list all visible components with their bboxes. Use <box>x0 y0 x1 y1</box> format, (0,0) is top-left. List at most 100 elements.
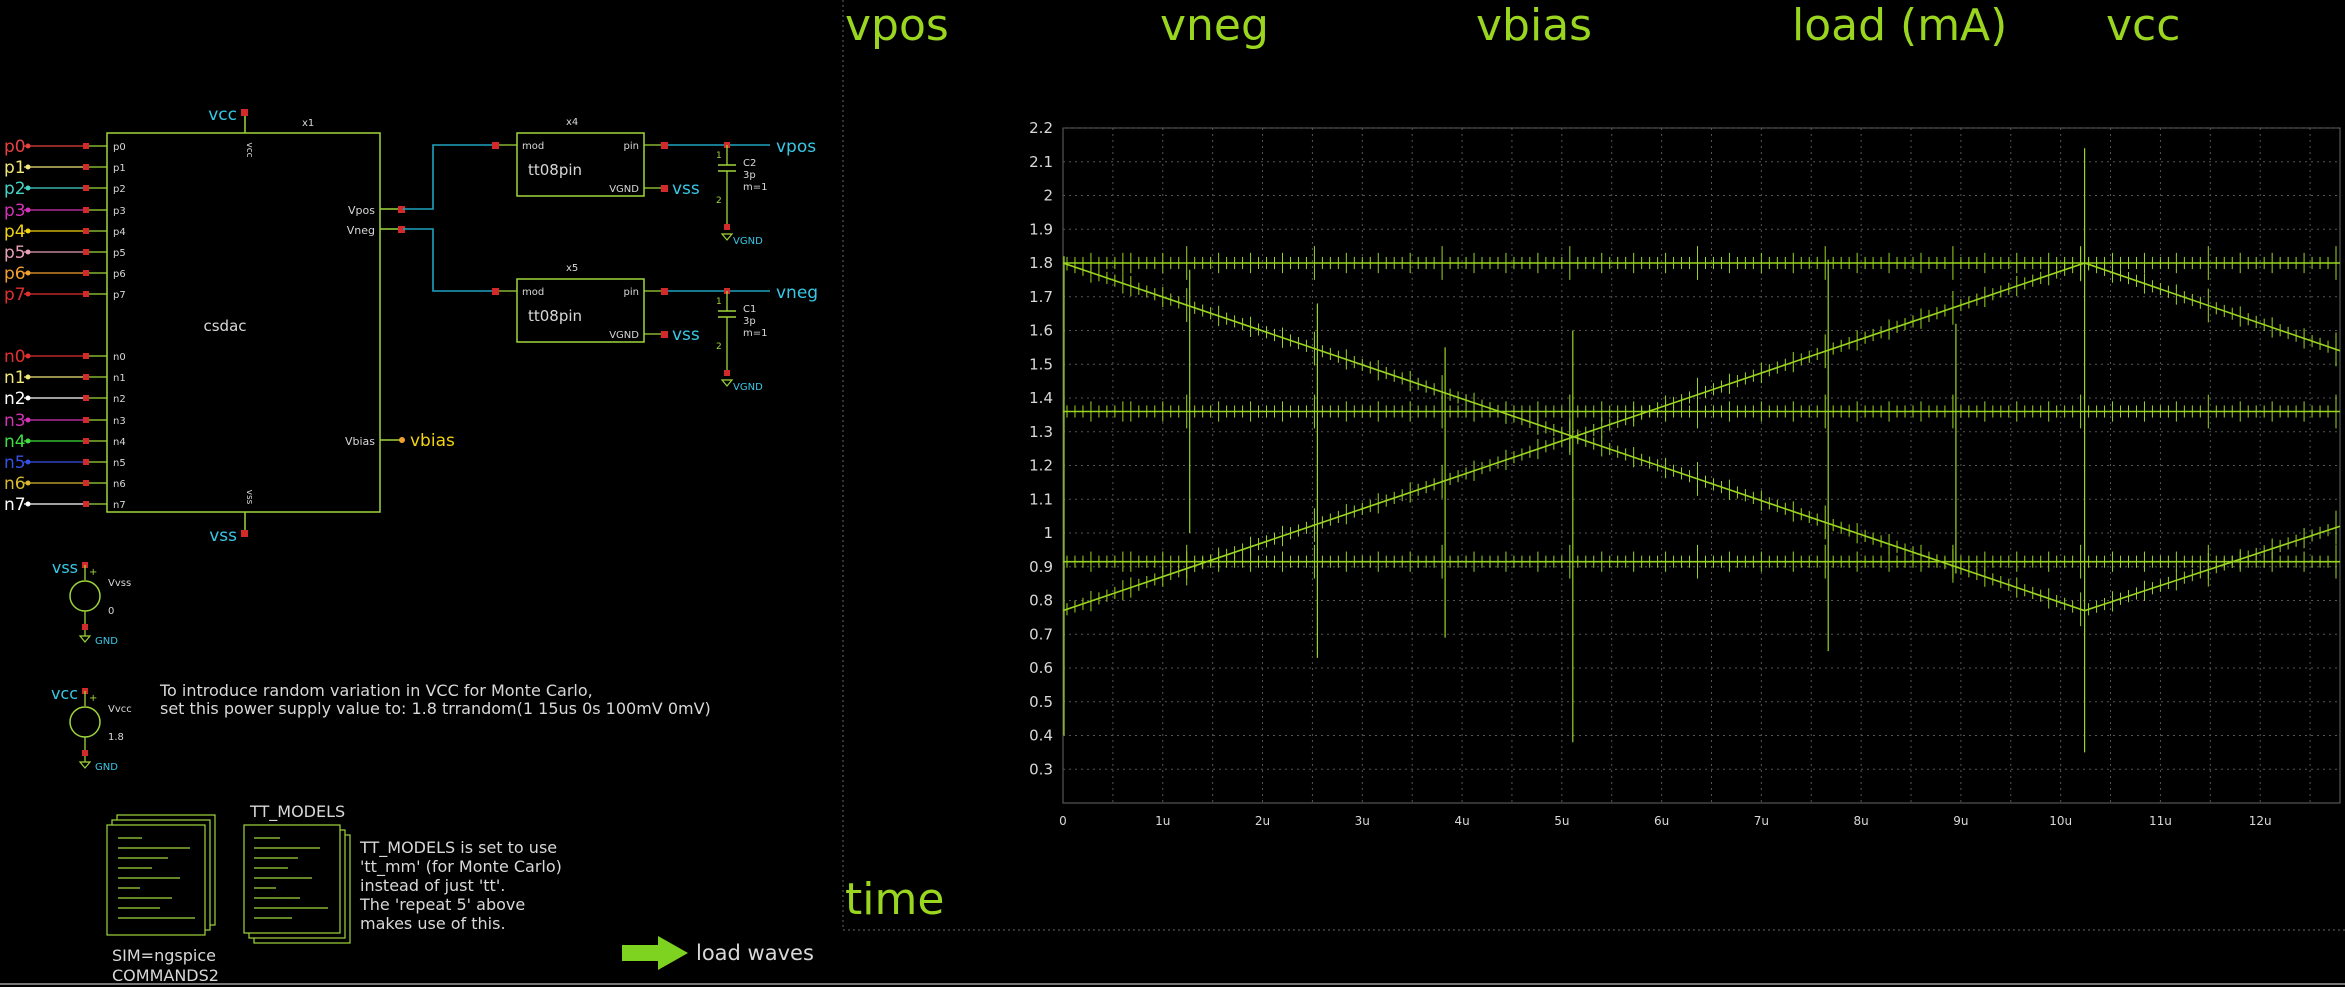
csdac-pin-label: p0 <box>113 142 126 153</box>
tt-models-line-5: makes use of this. <box>360 914 506 933</box>
input-net-label: p6 <box>4 264 26 284</box>
vss-source[interactable]: vss + GND Vvss 0 <box>52 558 131 647</box>
graph-signal-vcc[interactable]: vcc <box>2106 0 2180 51</box>
csdac-pin-label: p1 <box>113 163 126 174</box>
csdac-pin-label: p4 <box>113 227 126 238</box>
cap-pin-2: 2 <box>716 342 722 352</box>
pad-x5[interactable]: x5 tt08pin mod pin VGND vneg vss 1 2 C13pm=1 VGND <box>492 263 818 393</box>
csdac-vcc-net: vcc <box>208 105 237 125</box>
csdac-vpos-pin: Vpos <box>348 204 375 217</box>
input-net-label: n7 <box>4 495 26 515</box>
trace-1[interactable] <box>1063 262 2340 612</box>
plot-traces <box>1063 148 2340 753</box>
trace-noise-0 <box>1066 258 2337 627</box>
input-net-label: n5 <box>4 453 26 473</box>
input-net-label: p0 <box>4 137 26 157</box>
y-tick-label: 1.1 <box>1029 490 1053 508</box>
graph-signal-load[interactable]: load (mA) <box>1792 0 2007 51</box>
input-net-label: p2 <box>4 179 26 199</box>
x-tick-label: 3u <box>1355 814 1370 828</box>
x-tick-label: 1u <box>1155 814 1170 828</box>
input-net-label: p1 <box>4 158 26 178</box>
pad-instance: x5 <box>566 263 578 274</box>
pad-output-net: vneg <box>776 283 818 303</box>
graph-signal-vpos[interactable]: vpos <box>845 0 949 51</box>
trace-0[interactable] <box>1063 262 2340 612</box>
load-waves-label: load waves <box>696 941 814 965</box>
cap-pin-1: 1 <box>716 151 722 161</box>
csdac-pin-label: n1 <box>113 373 126 384</box>
trace-spikes <box>1063 148 2086 753</box>
input-net-label: n2 <box>4 389 26 409</box>
x-tick-label: 11u <box>2149 814 2172 828</box>
input-net-label: p5 <box>4 243 26 263</box>
y-tick-label: 0.5 <box>1029 693 1053 711</box>
csdac-pin-label: n3 <box>113 416 126 427</box>
pad-name: tt08pin <box>528 161 582 179</box>
y-tick-label: 0.3 <box>1029 760 1053 778</box>
input-net-label: n4 <box>4 432 26 452</box>
waveform-chart[interactable]: 0.3 0.4 0.5 0.6 0.7 0.8 0.9 1 1.1 1.2 1.3 1.4 1.5 1.6… <box>1029 119 2341 828</box>
y-tick-label: 0.9 <box>1029 558 1053 576</box>
input-net-label: n1 <box>4 368 26 388</box>
y-tick-label: 1.6 <box>1029 322 1053 340</box>
input-net-label: n3 <box>4 411 26 431</box>
y-tick-label: 2 <box>1043 187 1053 205</box>
y-tick-label: 0.6 <box>1029 659 1053 677</box>
vss-source-net: vss <box>52 558 78 577</box>
x-tick-label: 9u <box>1953 814 1968 828</box>
cap-pin-1: 1 <box>716 297 722 307</box>
csdac-vss-pin: vss <box>244 490 254 505</box>
pad-x4[interactable]: x4 tt08pin mod pin VGND vpos vss 1 2 C23pm=1 VGND <box>492 117 816 247</box>
graph-signal-vneg[interactable]: vneg <box>1160 0 1269 51</box>
vss-source-gnd: GND <box>95 636 118 647</box>
cap-ground: VGND <box>733 382 763 393</box>
pad-vgnd-pin: VGND <box>609 184 639 195</box>
y-tick-label: 1.8 <box>1029 254 1053 272</box>
tt-models-line-1: TT_MODELS is set to use <box>359 838 557 858</box>
input-net-label: p7 <box>4 285 26 305</box>
vcc-source[interactable]: vcc + GND Vvcc 1.8 <box>51 684 132 773</box>
csdac-vss-net: vss <box>209 526 237 546</box>
pad-output-net: vpos <box>776 137 816 157</box>
csdac-pin-label: n6 <box>113 479 126 490</box>
code-block-sim: SIM=ngspice <box>112 946 216 965</box>
y-tick-label: 2.2 <box>1029 119 1053 137</box>
pad-pin-pin: pin <box>624 141 639 152</box>
vcc-source-net: vcc <box>51 684 78 703</box>
cap-pin-2: 2 <box>716 196 722 206</box>
tt-models-line-2: 'tt_mm' (for Monte Carlo) <box>360 857 562 877</box>
x-tick-label: 6u <box>1654 814 1669 828</box>
y-tick-label: 1.9 <box>1029 220 1053 238</box>
x-tick-label: 10u <box>2049 814 2072 828</box>
load-waves-button[interactable]: load waves <box>622 936 814 970</box>
csdac-vneg-pin: Vneg <box>347 224 375 237</box>
tt-models-icon[interactable] <box>243 824 351 944</box>
pad-pin-pin: pin <box>624 287 639 298</box>
code-block-commands: COMMANDS2 <box>112 966 219 985</box>
csdac-pin-label: n7 <box>113 500 126 511</box>
pad-mod-pin: mod <box>522 141 544 152</box>
plot-frame <box>1062 127 2341 804</box>
csdac-instance: x1 <box>302 118 314 129</box>
cap-multiplier: m=1 <box>743 328 767 339</box>
x-tick-label: 4u <box>1454 814 1469 828</box>
x-tick-label: 2u <box>1255 814 1270 828</box>
y-tick-label: 0.7 <box>1029 625 1053 643</box>
input-net-label: p3 <box>4 201 26 221</box>
csdac-pin-label: n2 <box>113 394 126 405</box>
graph-signal-vbias[interactable]: vbias <box>1476 0 1592 51</box>
cap-value: 3p <box>743 316 756 327</box>
vss-source-plus: + <box>89 567 97 578</box>
x-tick-label: 0 <box>1059 814 1067 828</box>
csdac-vcc-pin: vcc <box>244 142 254 157</box>
y-tick-label: 2.1 <box>1029 153 1053 171</box>
code-block-icon[interactable] <box>106 814 216 936</box>
cap-value: 3p <box>743 170 756 181</box>
vbias-net-dot <box>399 437 405 443</box>
csdac-block[interactable]: csdac x1 vcc vss vcc vss Vpos Vneg Vbias <box>106 105 405 546</box>
csdac-name: csdac <box>203 317 246 335</box>
csdac-pin-label: n4 <box>113 437 126 448</box>
schematic-canvas: csdac x1 vcc vss vcc vss Vpos Vneg Vbias… <box>0 0 2345 985</box>
input-net-label: n6 <box>4 474 26 494</box>
